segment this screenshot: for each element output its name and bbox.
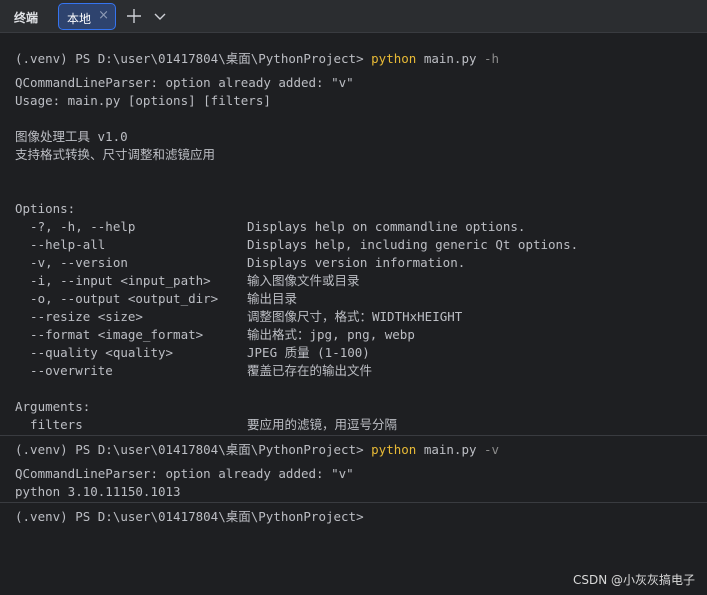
option-row: --overwrite 覆盖已存在的输出文件 bbox=[0, 362, 707, 380]
argument-row: filters 要应用的滤镜，用逗号分隔 bbox=[0, 416, 707, 434]
option-description: JPEG 质量 (1-100) bbox=[247, 345, 370, 360]
option-description: Displays help on commandline options. bbox=[247, 219, 526, 234]
arguments-header: Arguments: bbox=[15, 399, 91, 414]
output-line: Options: bbox=[15, 201, 76, 216]
command-line: (.venv) PS D:\user\01417804\桌面\PythonPro… bbox=[15, 50, 499, 68]
option-name: -v, --version bbox=[15, 255, 128, 270]
script: main.py bbox=[416, 442, 485, 457]
argument-name: filters bbox=[15, 417, 83, 432]
prompt: (.venv) PS D:\user\01417804\桌面\PythonPro… bbox=[15, 442, 372, 457]
option-name: --format <image_format> bbox=[15, 327, 204, 342]
option-row: --quality <quality> JPEG 质量 (1-100) bbox=[0, 344, 707, 362]
command: python bbox=[371, 442, 417, 457]
command-block: (.venv) PS D:\user\01417804\桌面\PythonPro… bbox=[0, 502, 707, 542]
tab-options-button[interactable] bbox=[150, 6, 170, 26]
command-argument: -v bbox=[484, 442, 500, 457]
option-name: --overwrite bbox=[15, 363, 113, 378]
tool-window-title: 终端 bbox=[14, 11, 39, 25]
command: python bbox=[371, 51, 417, 66]
option-row: --resize <size> 调整图像尺寸，格式：WIDTHxHEIGHT bbox=[0, 308, 707, 326]
option-row: -?, -h, --help Displays help on commandli… bbox=[0, 218, 707, 236]
plus-icon bbox=[127, 9, 141, 23]
script: main.py bbox=[416, 51, 485, 66]
output-line: 支持格式转换、尺寸调整和滤镜应用 bbox=[15, 147, 216, 162]
option-row: --format <image_format> 输出格式：jpg, png, we… bbox=[0, 326, 707, 344]
option-name: --resize <size> bbox=[15, 309, 143, 324]
output-line: QCommandLineParser: option already added… bbox=[15, 466, 354, 481]
output-line: python 3.10.11150.1013 bbox=[15, 484, 181, 499]
option-description: 调整图像尺寸，格式：WIDTHxHEIGHT bbox=[247, 309, 463, 324]
argument-description: 要应用的滤镜，用逗号分隔 bbox=[247, 417, 398, 432]
add-tab-button[interactable] bbox=[124, 6, 144, 26]
option-description: 输出目录 bbox=[247, 291, 298, 306]
option-row: --help-all Displays help, including gener… bbox=[0, 236, 707, 254]
prompt: (.venv) PS D:\user\01417804\桌面\PythonPro… bbox=[15, 51, 372, 66]
option-name: -?, -h, --help bbox=[15, 219, 136, 234]
command-block: (.venv) PS D:\user\01417804\桌面\PythonPro… bbox=[0, 435, 707, 501]
output-line: Usage: main.py [options] [filters] bbox=[15, 93, 271, 108]
option-name: --quality <quality> bbox=[15, 345, 174, 360]
option-row: -i, --input <input_path> 输入图像文件或目录 bbox=[0, 272, 707, 290]
option-description: 输出格式：jpg, png, webp bbox=[247, 327, 415, 342]
option-row: -o, --output <output_dir> 输出目录 bbox=[0, 290, 707, 308]
chevron-down-icon bbox=[154, 13, 166, 20]
option-name: -o, --output <output_dir> bbox=[15, 291, 219, 306]
terminal-tabbar: 终端 本地 × bbox=[0, 0, 707, 33]
option-description: 输入图像文件或目录 bbox=[247, 273, 360, 288]
option-name: -i, --input <input_path> bbox=[15, 273, 211, 288]
option-description: 覆盖已存在的输出文件 bbox=[247, 363, 373, 378]
terminal-output[interactable]: (.venv) PS D:\user\01417804\桌面\PythonPro… bbox=[0, 44, 707, 595]
tab-label: 本地 bbox=[67, 12, 92, 26]
tab-local[interactable]: 本地 × bbox=[58, 3, 116, 30]
command-line: (.venv) PS D:\user\01417804\桌面\PythonPro… bbox=[15, 509, 364, 524]
output-line: 图像处理工具 v1.0 bbox=[15, 129, 128, 144]
output-line: QCommandLineParser: option already added… bbox=[15, 75, 354, 90]
watermark: CSDN @小灰灰搞电子 bbox=[572, 573, 695, 587]
close-icon[interactable]: × bbox=[98, 9, 109, 23]
option-name: --help-all bbox=[15, 237, 106, 252]
option-description: Displays version information. bbox=[247, 255, 466, 270]
option-row: -v, --version Displays version informatio… bbox=[0, 254, 707, 272]
command-line: (.venv) PS D:\user\01417804\桌面\PythonPro… bbox=[15, 441, 499, 459]
option-description: Displays help, including generic Qt opti… bbox=[247, 237, 579, 252]
command-argument: -h bbox=[484, 51, 500, 66]
